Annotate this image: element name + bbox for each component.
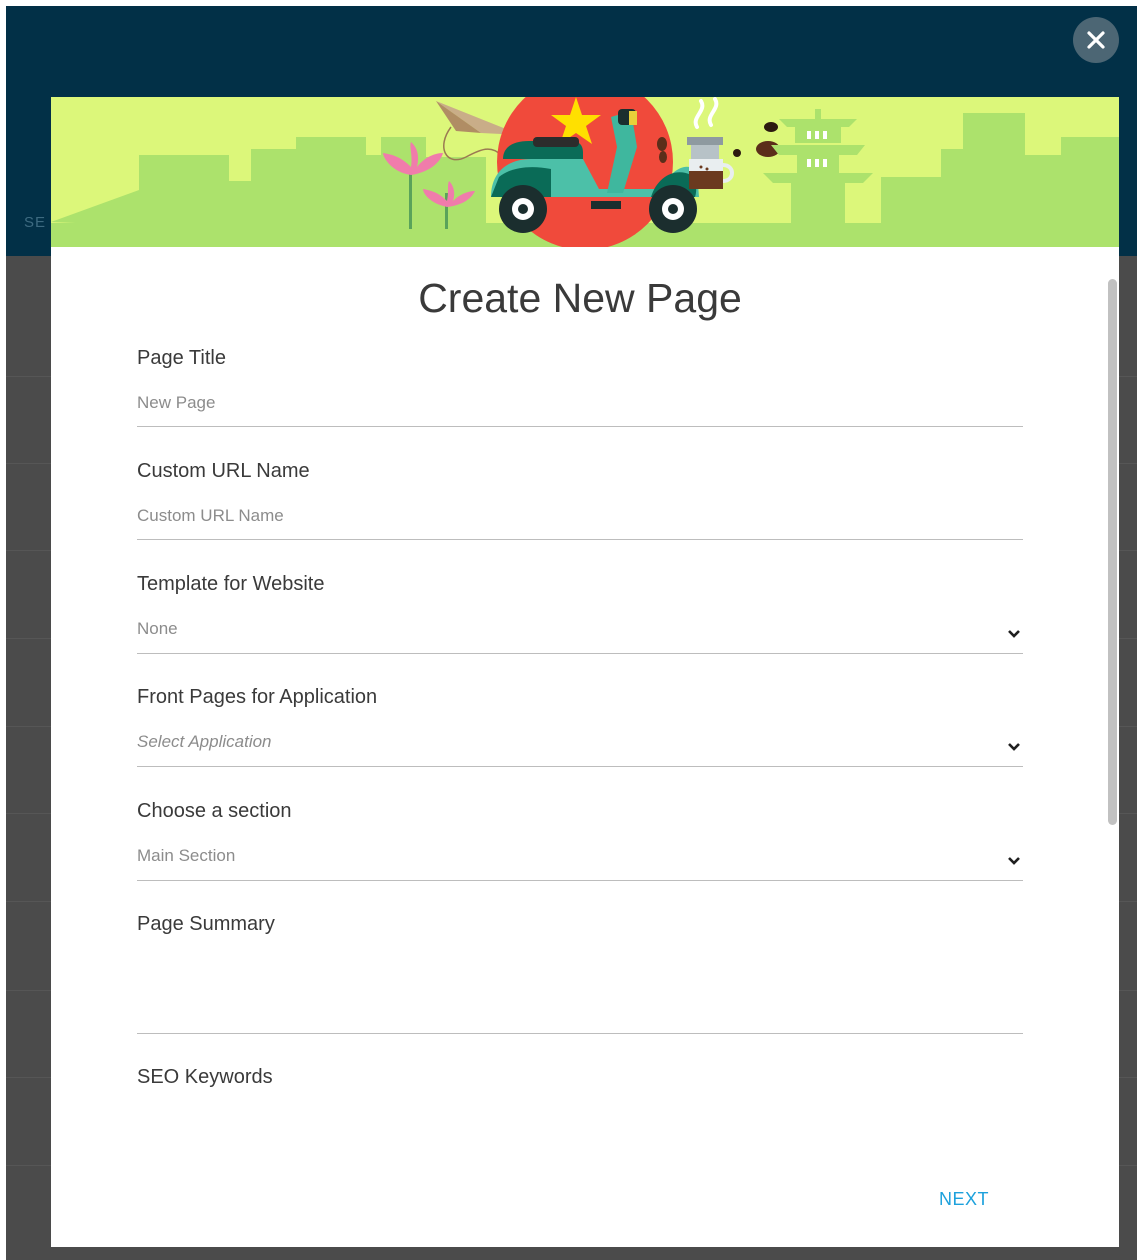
page-title-label: Page Title xyxy=(137,347,226,369)
front-pages-field: Front Pages for Application Select Appli… xyxy=(137,686,1023,767)
template-label: Template for Website xyxy=(137,573,325,595)
template-selected-value: None xyxy=(137,619,178,638)
page-summary-field: Page Summary xyxy=(137,913,1023,1034)
banner-illustration xyxy=(51,97,1119,247)
seo-keywords-field: SEO Keywords xyxy=(137,1066,1023,1166)
scrollbar-thumb[interactable] xyxy=(1108,279,1117,825)
custom-url-label: Custom URL Name xyxy=(137,460,310,482)
chevron-down-icon xyxy=(1008,743,1020,751)
page-summary-textarea[interactable] xyxy=(137,949,1023,1033)
section-label: Choose a section xyxy=(137,800,292,822)
section-selected-value: Main Section xyxy=(137,846,236,865)
page-summary-label: Page Summary xyxy=(137,913,275,935)
seo-keywords-input[interactable] xyxy=(137,1102,1023,1162)
custom-url-field: Custom URL Name xyxy=(137,460,1023,540)
next-button[interactable]: NEXT xyxy=(939,1189,989,1210)
chevron-down-icon xyxy=(1008,857,1020,865)
front-pages-label: Front Pages for Application xyxy=(137,686,378,708)
section-select[interactable]: Main Section xyxy=(137,840,1023,880)
custom-url-input[interactable] xyxy=(137,506,997,526)
page-title-underline xyxy=(137,426,1023,427)
page-title-input[interactable] xyxy=(137,393,997,413)
backdrop-partial-text: SE xyxy=(24,214,47,231)
chevron-down-icon xyxy=(1008,630,1020,638)
close-button[interactable] xyxy=(1073,17,1119,63)
close-icon xyxy=(1087,31,1105,49)
custom-url-underline xyxy=(137,539,1023,540)
page-summary-underline xyxy=(137,1033,1023,1034)
section-field: Choose a section Main Section xyxy=(137,800,1023,881)
seo-keywords-label: SEO Keywords xyxy=(137,1066,273,1088)
front-pages-underline xyxy=(137,766,1023,767)
page-title-field: Page Title xyxy=(137,347,1023,427)
template-underline xyxy=(137,653,1023,654)
section-underline xyxy=(137,880,1023,881)
template-field: Template for Website None xyxy=(137,573,1023,654)
create-page-dialog: Create New Page Page Title Custom URL Na… xyxy=(51,97,1119,1247)
front-pages-placeholder: Select Application xyxy=(137,732,272,751)
page-title: Create New Page xyxy=(418,275,742,321)
template-select[interactable]: None xyxy=(137,613,1023,653)
front-pages-select[interactable]: Select Application xyxy=(137,726,1023,766)
